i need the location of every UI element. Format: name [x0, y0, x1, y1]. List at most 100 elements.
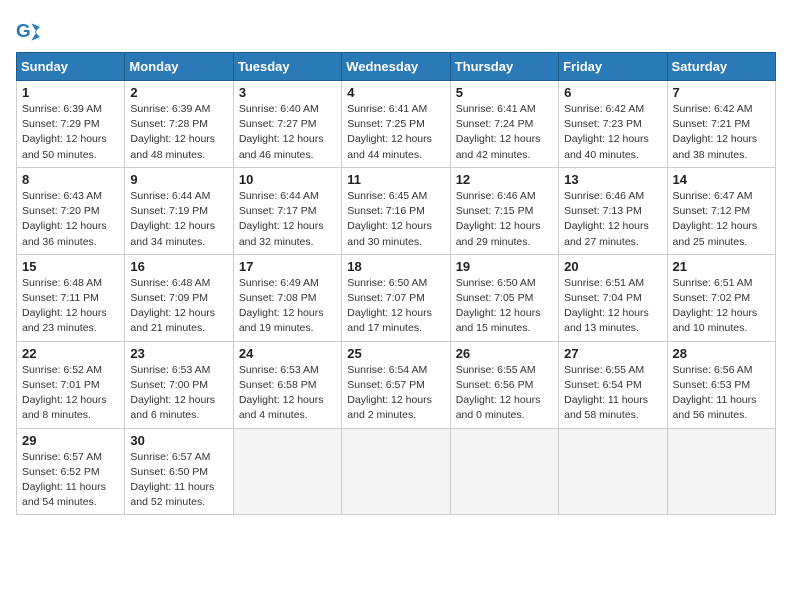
calendar-cell: 4 Sunrise: 6:41 AM Sunset: 7:25 PM Daylig… — [342, 81, 450, 168]
calendar-cell: 24 Sunrise: 6:53 AM Sunset: 6:58 PM Dayli… — [233, 341, 341, 428]
calendar-cell: 22 Sunrise: 6:52 AM Sunset: 7:01 PM Dayli… — [17, 341, 125, 428]
calendar-cell: 20Sunrise: 6:51 AM Sunset: 7:04 PM Dayli… — [559, 254, 667, 341]
calendar-cell: 17 Sunrise: 6:49 AM Sunset: 7:08 PM Dayli… — [233, 254, 341, 341]
calendar-cell — [342, 428, 450, 515]
calendar-cell: 3 Sunrise: 6:40 AM Sunset: 7:27 PM Daylig… — [233, 81, 341, 168]
day-number: 11 — [347, 172, 444, 187]
header-tuesday: Tuesday — [233, 53, 341, 81]
day-info: Sunrise: 6:54 AM Sunset: 6:57 PM Dayligh… — [347, 363, 444, 424]
header-friday: Friday — [559, 53, 667, 81]
day-info: Sunrise: 6:46 AM Sunset: 7:13 PM Dayligh… — [564, 189, 661, 250]
calendar-cell: 11 Sunrise: 6:45 AM Sunset: 7:16 PM Dayli… — [342, 167, 450, 254]
day-number: 14 — [673, 172, 770, 187]
calendar-cell: 10 Sunrise: 6:44 AM Sunset: 7:17 PM Dayli… — [233, 167, 341, 254]
day-number: 2 — [130, 85, 227, 100]
calendar-cell: 30 Sunrise: 6:57 AM Sunset: 6:50 PM Dayli… — [125, 428, 233, 515]
calendar-cell: 18 Sunrise: 6:50 AM Sunset: 7:07 PM Dayli… — [342, 254, 450, 341]
calendar-cell: 2 Sunrise: 6:39 AM Sunset: 7:28 PM Daylig… — [125, 81, 233, 168]
week-row-2: 8 Sunrise: 6:43 AM Sunset: 7:20 PM Daylig… — [17, 167, 776, 254]
day-info: Sunrise: 6:52 AM Sunset: 7:01 PM Dayligh… — [22, 363, 119, 424]
day-number: 7 — [673, 85, 770, 100]
day-info: Sunrise: 6:56 AM Sunset: 6:53 PM Dayligh… — [673, 363, 770, 424]
day-number: 3 — [239, 85, 336, 100]
calendar-cell: 23 Sunrise: 6:53 AM Sunset: 7:00 PM Dayli… — [125, 341, 233, 428]
calendar-cell — [233, 428, 341, 515]
calendar-cell: 5 Sunrise: 6:41 AM Sunset: 7:24 PM Daylig… — [450, 81, 558, 168]
calendar-cell: 8 Sunrise: 6:43 AM Sunset: 7:20 PM Daylig… — [17, 167, 125, 254]
day-number: 8 — [22, 172, 119, 187]
week-row-1: 1Sunrise: 6:39 AM Sunset: 7:29 PM Daylig… — [17, 81, 776, 168]
day-number: 30 — [130, 433, 227, 448]
day-number: 22 — [22, 346, 119, 361]
day-info: Sunrise: 6:41 AM Sunset: 7:25 PM Dayligh… — [347, 102, 444, 163]
day-number: 10 — [239, 172, 336, 187]
calendar-cell — [559, 428, 667, 515]
page-header: G — [16, 16, 776, 44]
header-thursday: Thursday — [450, 53, 558, 81]
calendar-cell — [450, 428, 558, 515]
calendar-cell: 16Sunrise: 6:48 AM Sunset: 7:09 PM Dayli… — [125, 254, 233, 341]
day-info: Sunrise: 6:51 AM Sunset: 7:02 PM Dayligh… — [673, 276, 770, 337]
calendar-table: SundayMondayTuesdayWednesdayThursdayFrid… — [16, 52, 776, 515]
calendar-cell: 14 Sunrise: 6:47 AM Sunset: 7:12 PM Dayli… — [667, 167, 775, 254]
header-monday: Monday — [125, 53, 233, 81]
calendar-cell: 9 Sunrise: 6:44 AM Sunset: 7:19 PM Daylig… — [125, 167, 233, 254]
day-number: 17 — [239, 259, 336, 274]
day-info: Sunrise: 6:42 AM Sunset: 7:21 PM Dayligh… — [673, 102, 770, 163]
calendar-cell: 12 Sunrise: 6:46 AM Sunset: 7:15 PM Dayli… — [450, 167, 558, 254]
calendar-cell: 15Sunrise: 6:48 AM Sunset: 7:11 PM Dayli… — [17, 254, 125, 341]
calendar-cell: 6Sunrise: 6:42 AM Sunset: 7:23 PM Daylig… — [559, 81, 667, 168]
day-info: Sunrise: 6:49 AM Sunset: 7:08 PM Dayligh… — [239, 276, 336, 337]
header-saturday: Saturday — [667, 53, 775, 81]
day-number: 23 — [130, 346, 227, 361]
day-number: 27 — [564, 346, 661, 361]
day-number: 13 — [564, 172, 661, 187]
day-info: Sunrise: 6:44 AM Sunset: 7:17 PM Dayligh… — [239, 189, 336, 250]
day-info: Sunrise: 6:47 AM Sunset: 7:12 PM Dayligh… — [673, 189, 770, 250]
day-info: Sunrise: 6:39 AM Sunset: 7:29 PM Dayligh… — [22, 102, 119, 163]
day-info: Sunrise: 6:53 AM Sunset: 7:00 PM Dayligh… — [130, 363, 227, 424]
day-number: 5 — [456, 85, 553, 100]
day-number: 20 — [564, 259, 661, 274]
day-number: 12 — [456, 172, 553, 187]
day-info: Sunrise: 6:45 AM Sunset: 7:16 PM Dayligh… — [347, 189, 444, 250]
day-number: 4 — [347, 85, 444, 100]
day-number: 21 — [673, 259, 770, 274]
day-number: 6 — [564, 85, 661, 100]
day-number: 28 — [673, 346, 770, 361]
calendar-cell: 13 Sunrise: 6:46 AM Sunset: 7:13 PM Dayli… — [559, 167, 667, 254]
day-info: Sunrise: 6:44 AM Sunset: 7:19 PM Dayligh… — [130, 189, 227, 250]
day-number: 29 — [22, 433, 119, 448]
day-info: Sunrise: 6:55 AM Sunset: 6:54 PM Dayligh… — [564, 363, 661, 424]
calendar-cell: 1Sunrise: 6:39 AM Sunset: 7:29 PM Daylig… — [17, 81, 125, 168]
day-info: Sunrise: 6:43 AM Sunset: 7:20 PM Dayligh… — [22, 189, 119, 250]
calendar-cell: 28 Sunrise: 6:56 AM Sunset: 6:53 PM Dayli… — [667, 341, 775, 428]
day-info: Sunrise: 6:46 AM Sunset: 7:15 PM Dayligh… — [456, 189, 553, 250]
day-number: 18 — [347, 259, 444, 274]
calendar-cell: 26 Sunrise: 6:55 AM Sunset: 6:56 PM Dayli… — [450, 341, 558, 428]
day-info: Sunrise: 6:41 AM Sunset: 7:24 PM Dayligh… — [456, 102, 553, 163]
day-number: 16 — [130, 259, 227, 274]
calendar-cell: 27 Sunrise: 6:55 AM Sunset: 6:54 PM Dayli… — [559, 341, 667, 428]
day-info: Sunrise: 6:39 AM Sunset: 7:28 PM Dayligh… — [130, 102, 227, 163]
day-info: Sunrise: 6:57 AM Sunset: 6:52 PM Dayligh… — [22, 450, 119, 511]
header-sunday: Sunday — [17, 53, 125, 81]
day-info: Sunrise: 6:48 AM Sunset: 7:11 PM Dayligh… — [22, 276, 119, 337]
day-info: Sunrise: 6:40 AM Sunset: 7:27 PM Dayligh… — [239, 102, 336, 163]
day-info: Sunrise: 6:55 AM Sunset: 6:56 PM Dayligh… — [456, 363, 553, 424]
header-wednesday: Wednesday — [342, 53, 450, 81]
day-info: Sunrise: 6:53 AM Sunset: 6:58 PM Dayligh… — [239, 363, 336, 424]
logo: G — [16, 20, 44, 44]
day-number: 9 — [130, 172, 227, 187]
calendar-header-row: SundayMondayTuesdayWednesdayThursdayFrid… — [17, 53, 776, 81]
day-number: 26 — [456, 346, 553, 361]
calendar-cell: 25 Sunrise: 6:54 AM Sunset: 6:57 PM Dayli… — [342, 341, 450, 428]
calendar-cell — [667, 428, 775, 515]
calendar-cell: 29 Sunrise: 6:57 AM Sunset: 6:52 PM Dayli… — [17, 428, 125, 515]
week-row-4: 22 Sunrise: 6:52 AM Sunset: 7:01 PM Dayli… — [17, 341, 776, 428]
day-info: Sunrise: 6:50 AM Sunset: 7:07 PM Dayligh… — [347, 276, 444, 337]
day-number: 24 — [239, 346, 336, 361]
day-info: Sunrise: 6:57 AM Sunset: 6:50 PM Dayligh… — [130, 450, 227, 511]
day-number: 25 — [347, 346, 444, 361]
week-row-5: 29 Sunrise: 6:57 AM Sunset: 6:52 PM Dayli… — [17, 428, 776, 515]
